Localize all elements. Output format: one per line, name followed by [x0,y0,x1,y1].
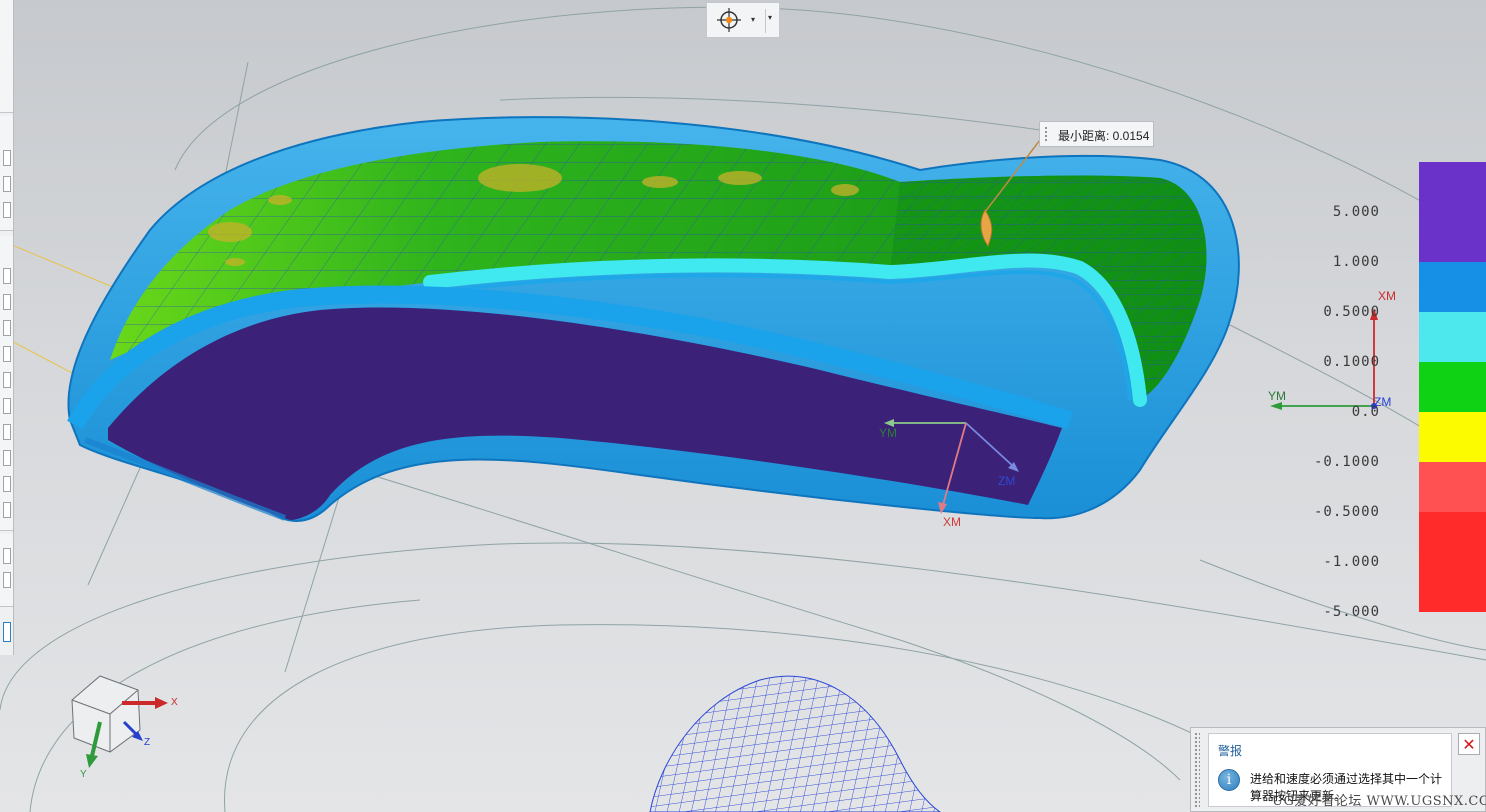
drag-grip-icon[interactable] [1044,126,1048,142]
dock-tab[interactable] [3,346,11,362]
deviation-color-legend [1419,162,1486,612]
watermark: UG爱好者论坛 WWW.UGSNX.COM [1272,794,1486,809]
drag-grip-icon[interactable] [1194,732,1200,808]
legend-swatch [1419,162,1486,262]
dock-tab[interactable] [3,548,11,564]
dock-tab[interactable] [3,176,11,192]
legend-csys-y-label: YM [1268,389,1286,403]
tool-csys-z-label: ZM [998,474,1016,488]
legend-label: -5.000 [1323,604,1380,620]
tool-csys-x-label: XM [943,515,961,529]
legend-swatch [1419,362,1486,412]
triad-z-label: Z [144,737,151,748]
toolbar-separator [765,9,766,33]
legend-swatch [1419,262,1486,312]
legend-csys-x-label: XM [1378,289,1396,303]
dock-segment [0,534,13,607]
tool-csys-y-label: YM [879,426,897,440]
dock-tab[interactable] [3,294,11,310]
triad-x-label: X [171,697,178,708]
dock-tab[interactable] [3,476,11,492]
chevron-down-icon[interactable]: ▾ [751,15,755,24]
dock-tab[interactable] [3,320,11,336]
dock-tab[interactable] [3,268,11,284]
dock-tab[interactable] [3,202,11,218]
legend-labels: 5.000 1.000 0.5000 0.1000 0.0 -0.1000 -0… [1290,200,1380,630]
legend-label: 1.000 [1332,254,1380,270]
triad-y-label: Y [80,769,87,780]
dock-segment [0,0,13,113]
dock-tab[interactable] [3,372,11,388]
alert-title: 警报 [1218,744,1243,758]
min-distance-text: 最小距离: 0.0154 [1058,129,1150,143]
dock-tab[interactable] [3,424,11,440]
dock-tab[interactable] [3,502,11,518]
snap-point-icon [717,8,741,32]
dock-tab[interactable] [3,398,11,414]
legend-label: 0.0 [1351,404,1380,420]
legend-label: 0.1000 [1323,354,1380,370]
legend-label: 0.5000 [1323,304,1380,320]
dock-tab-active[interactable] [3,622,11,642]
view-triad [71,675,168,768]
legend-swatch [1419,462,1486,512]
toolbar-overflow-chevron-icon[interactable]: ▾ [768,13,772,22]
legend-label: -0.5000 [1313,504,1380,520]
snap-toolbar: ▾ ▾ [706,2,780,38]
snap-point-button[interactable]: ▾ [715,7,755,33]
legend-swatch [1419,312,1486,362]
dock-tab[interactable] [3,450,11,466]
legend-label: 5.000 [1332,204,1380,220]
min-distance-tooltip[interactable]: 最小距离: 0.0154 [1039,121,1154,147]
dock-tab[interactable] [3,572,11,588]
close-icon: ✕ [1462,737,1476,754]
legend-swatch [1419,512,1486,612]
3d-model-scene[interactable] [0,0,1486,812]
close-button[interactable]: ✕ [1458,733,1480,755]
legend-label: -1.000 [1323,554,1380,570]
graphics-viewport[interactable]: X Y Z YM ZM XM XM YM ZM ▾ ▾ 最小距离: 0.0154… [0,0,1486,812]
legend-label: -0.1000 [1313,454,1380,470]
lower-surface-mesh [649,675,941,812]
dock-tab[interactable] [3,150,11,166]
info-icon: i [1218,769,1240,791]
legend-swatch [1419,412,1486,462]
left-dock-strip[interactable] [0,0,14,655]
